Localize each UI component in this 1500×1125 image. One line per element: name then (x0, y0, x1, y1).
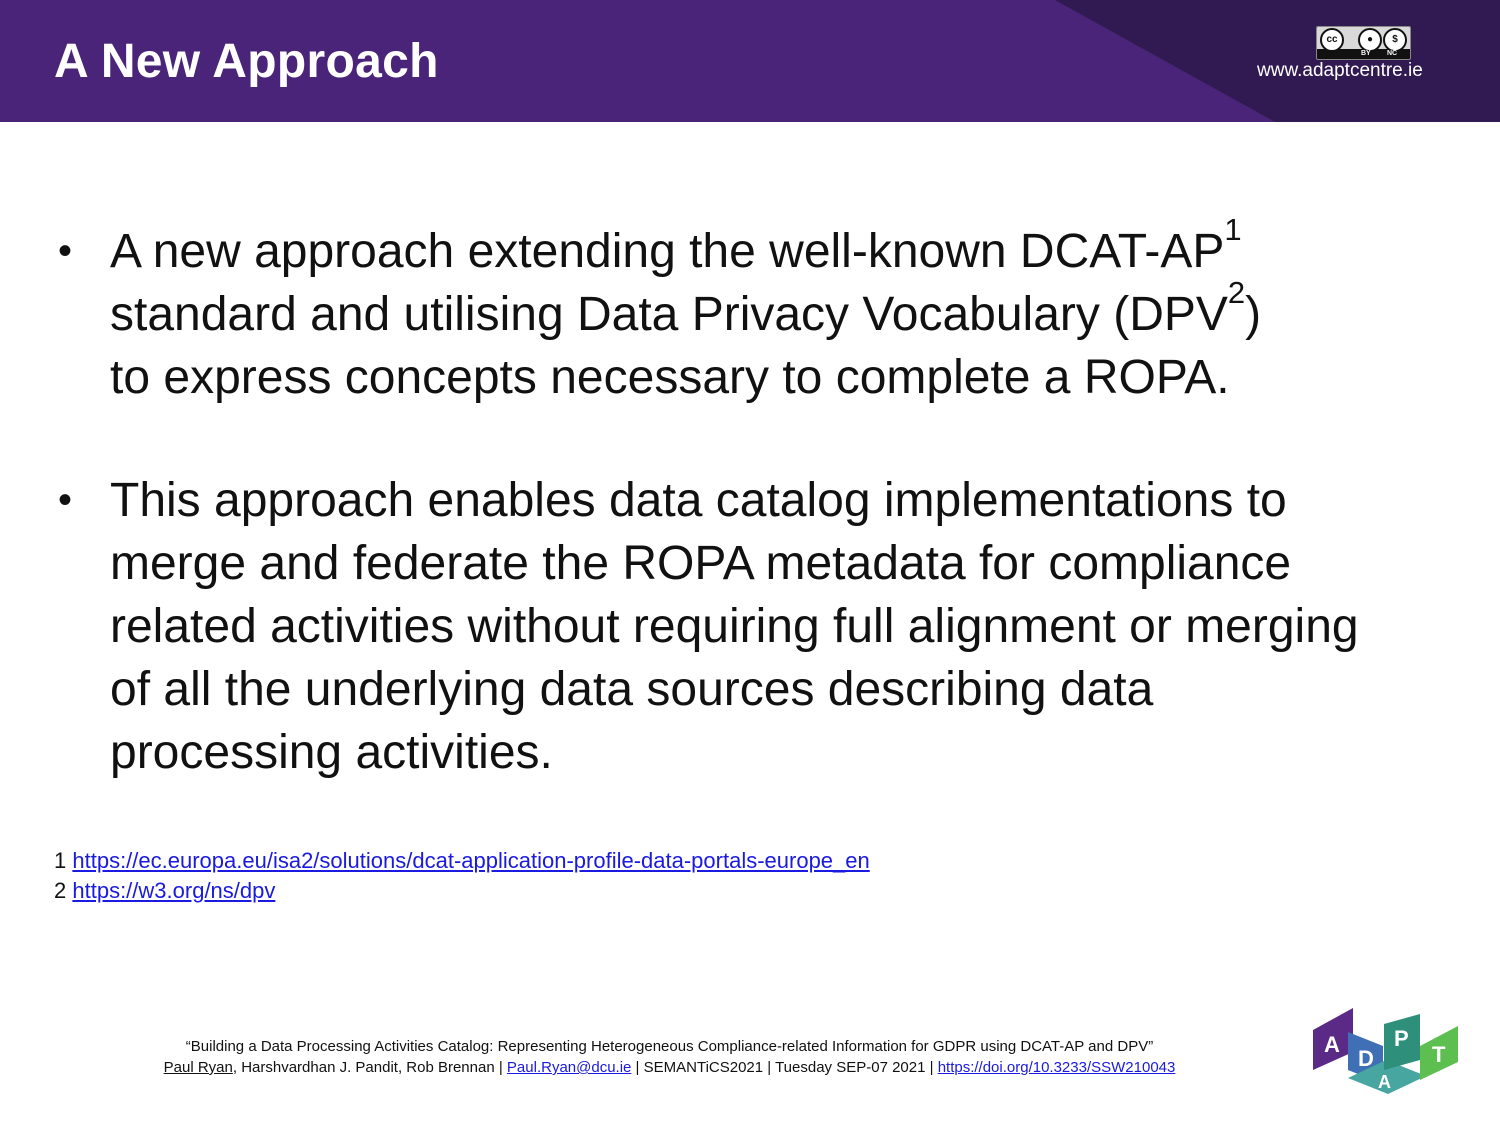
footnote-ref-1: 1 (1224, 212, 1242, 247)
bullet-1-line-1: A new approach extending the well-known … (110, 225, 1225, 278)
nc-dollar-icon: $ (1383, 28, 1407, 52)
footnote-ref-2: 2 (1227, 275, 1246, 310)
by-person-icon: ● (1358, 28, 1382, 52)
citation-footer: “Building a Data Processing Activities C… (112, 1036, 1227, 1078)
footnotes: 1 https://ec.europa.eu/isa2/solutions/dc… (54, 846, 870, 906)
website-url: www.adaptcentre.ie (1257, 60, 1423, 81)
footnote-number: 2 (54, 878, 67, 903)
footnote-2: 2 https://w3.org/ns/dpv (54, 876, 870, 906)
footnote-link-dcat[interactable]: https://ec.europa.eu/isa2/solutions/dcat… (72, 848, 869, 873)
coauthors: , Harshvardhan J. Pandit, Rob Brennan | (232, 1059, 507, 1076)
bullet-1-line-2-end: ) (1245, 288, 1262, 341)
footnote-link-dpv[interactable]: https://w3.org/ns/dpv (72, 878, 275, 903)
doi-link[interactable]: https://doi.org/10.3233/SSW210043 (938, 1059, 1176, 1076)
logo-letter-d: D (1358, 1046, 1374, 1071)
logo-letter-a: A (1324, 1032, 1340, 1057)
author-line: Paul Ryan, Harshvardhan J. Pandit, Rob B… (112, 1057, 1227, 1078)
cc-nc-label: NC (1387, 50, 1398, 57)
bullet-dot-icon: • (58, 229, 73, 273)
bullet-item-2: • This approach enables data catalog imp… (58, 469, 1398, 784)
adapt-logo-icon: A D A P T (1313, 1008, 1458, 1094)
cc-circle: cc (1320, 28, 1344, 52)
logo-letter-a2: A (1378, 1072, 1391, 1092)
venue-text: | SEMANTiCS2021 | Tuesday SEP-07 2021 | (631, 1059, 938, 1076)
logo-letter-t: T (1432, 1042, 1446, 1067)
cc-by-label: BY (1361, 50, 1371, 57)
cc-by-nc-icon: cc ● $ BY NC (1316, 26, 1411, 60)
bullet-1-line-3: to express concepts necessary to complet… (110, 351, 1230, 404)
bullet-list: • A new approach extending the well-know… (58, 214, 1398, 784)
bullet-2-text: This approach enables data catalog imple… (110, 474, 1359, 779)
bullet-dot-icon: • (58, 478, 73, 522)
bullet-1-line-2: standard and utilising Data Privacy Voca… (110, 288, 1228, 341)
slide-title: A New Approach (54, 35, 439, 88)
email-link[interactable]: Paul.Ryan@dcu.ie (507, 1059, 631, 1076)
footnote-number: 1 (54, 848, 67, 873)
paper-title: “Building a Data Processing Activities C… (185, 1038, 1154, 1055)
logo-letter-p: P (1394, 1026, 1409, 1051)
header-bar: A New Approach cc ● $ BY NC www.adaptcen… (0, 0, 1500, 122)
author-link[interactable]: Paul Ryan (164, 1059, 233, 1076)
footnote-1: 1 https://ec.europa.eu/isa2/solutions/dc… (54, 846, 870, 876)
bullet-item-1: • A new approach extending the well-know… (58, 214, 1398, 409)
